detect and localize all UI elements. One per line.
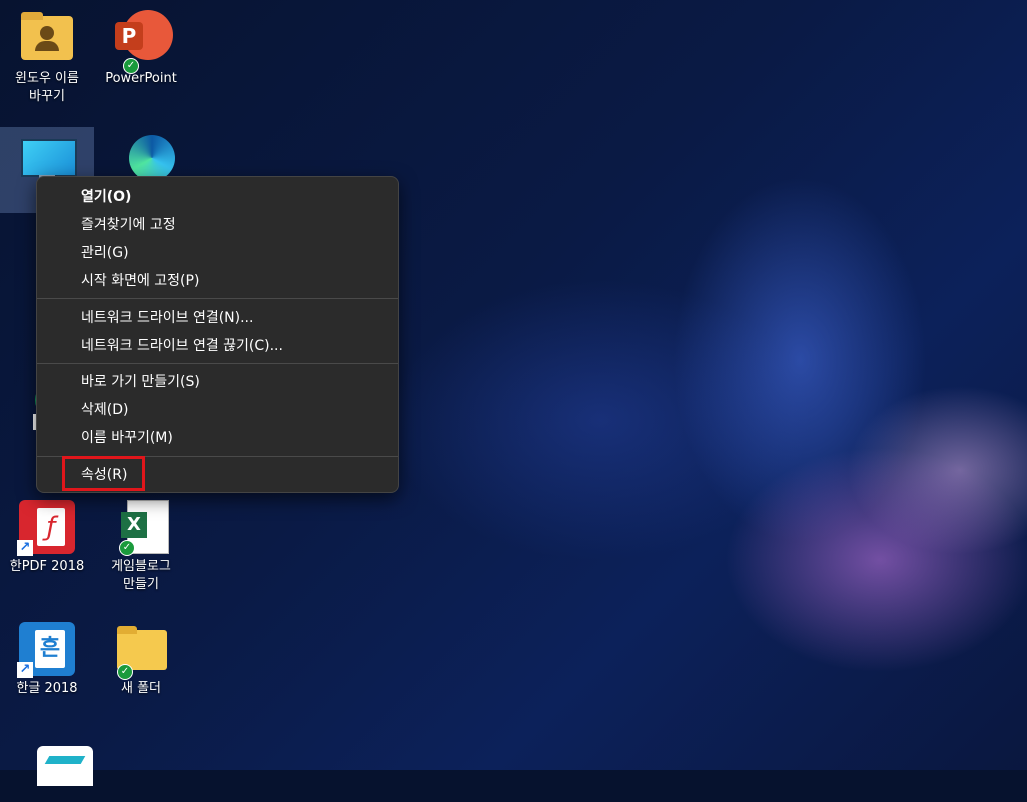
user-folder-icon [19, 10, 75, 66]
menu-item-map-network-drive[interactable]: 네트워크 드라이브 연결(N)... [37, 304, 398, 332]
desktop-icon-excel-file[interactable]: X ✓ 게임블로그 만들기 [94, 492, 188, 594]
icon-label: PowerPoint [105, 71, 177, 86]
icon-label: 한글 2018 [16, 681, 78, 696]
menu-item-pin-start[interactable]: 시작 화면에 고정(P) [37, 267, 398, 295]
powerpoint-icon: P ✓ [113, 10, 173, 74]
icon-label: 한PDF 2018 [9, 559, 85, 574]
folder-icon: ✓ [113, 620, 169, 680]
menu-item-open[interactable]: 열기(O) [37, 183, 398, 211]
highlight-annotation [62, 456, 145, 491]
menu-item-manage[interactable]: 관리(G) [37, 239, 398, 267]
hanpdf-icon: ƒ ↗ [17, 498, 75, 556]
menu-item-disconnect-network-drive[interactable]: 네트워크 드라이브 연결 끊기(C)... [37, 332, 398, 360]
icon-label: 새 폴더 [120, 681, 161, 696]
desktop-icon-hangul[interactable]: 흔 ↗ 한글 2018 [0, 614, 94, 698]
context-menu: 열기(O) 즐겨찾기에 고정 관리(G) 시작 화면에 고정(P) 네트워크 드… [36, 176, 399, 493]
hangul-icon: 흔 ↗ [17, 620, 75, 678]
menu-item-rename[interactable]: 이름 바꾸기(M) [37, 424, 398, 452]
menu-item-create-shortcut[interactable]: 바로 가기 만들기(S) [37, 368, 398, 396]
menu-separator [37, 298, 398, 299]
menu-item-delete[interactable]: 삭제(D) [37, 396, 398, 424]
desktop-icon-new-folder[interactable]: ✓ 새 폴더 [94, 614, 188, 698]
desktop-icon-partial[interactable] [0, 736, 94, 802]
menu-item-pin-favorites[interactable]: 즐겨찾기에 고정 [37, 211, 398, 239]
icon-label: 게임블로그 만들기 [111, 559, 171, 592]
app-icon [19, 742, 93, 798]
desktop-icon-powerpoint[interactable]: P ✓ PowerPoint [94, 4, 188, 88]
excel-file-icon: X ✓ [113, 498, 169, 556]
menu-separator [37, 363, 398, 364]
desktop-icon-hanpdf[interactable]: ƒ ↗ 한PDF 2018 [0, 492, 94, 576]
icon-label: 윈도우 이름 바꾸기 [15, 71, 79, 104]
desktop-icon-rename-window[interactable]: 윈도우 이름 바꾸기 [0, 4, 94, 106]
